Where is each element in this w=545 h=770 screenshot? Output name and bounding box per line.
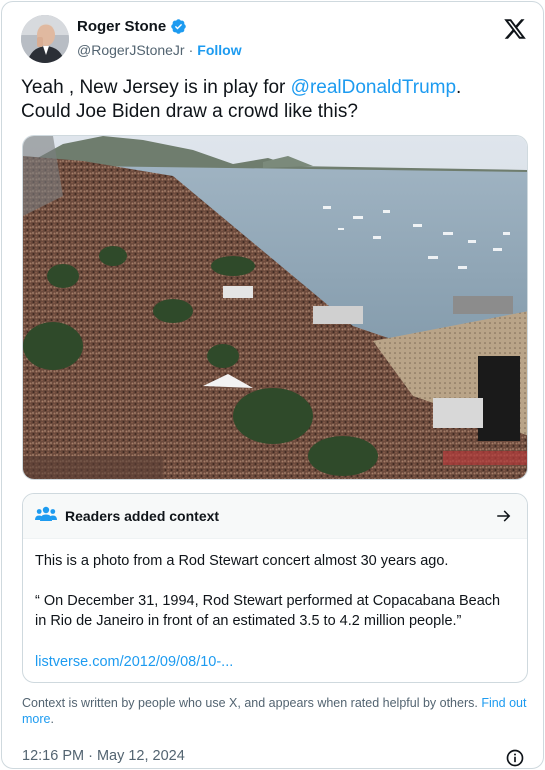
handle-row: @RogerJStoneJr · Follow (77, 42, 242, 58)
context-notice-text: Context is written by people who use X, … (22, 696, 482, 710)
community-note-header[interactable]: Readers added context (23, 494, 527, 539)
tweet-text: Yeah , New Jersey is in play for @realDo… (21, 76, 531, 124)
tweet-footer: 12:16 PM · May 12, 2024 (22, 748, 525, 768)
context-notice-end: . (50, 712, 54, 726)
name-row: Roger Stone (77, 18, 187, 35)
community-note-source-link[interactable]: listverse.com/2012/09/08/10-... (35, 652, 515, 672)
context-notice: Context is written by people who use X, … (22, 695, 532, 727)
tweet-timestamp[interactable]: 12:16 PM · May 12, 2024 (22, 748, 185, 764)
community-note-title: Readers added context (65, 508, 220, 524)
follow-button[interactable]: Follow (197, 42, 241, 58)
community-note[interactable]: Readers added context This is a photo fr… (22, 493, 528, 683)
tweet-header: Roger Stone @RogerJStoneJr · Follow (21, 15, 529, 65)
avatar[interactable] (21, 15, 69, 63)
info-icon[interactable] (505, 748, 525, 768)
community-note-body: This is a photo from a Rod Stewart conce… (23, 539, 527, 672)
tweet-card: Roger Stone @RogerJStoneJr · Follow Yeah… (1, 1, 544, 769)
handle-separator: · (188, 42, 194, 58)
tweet-photo[interactable] (22, 135, 528, 480)
x-logo-icon[interactable] (503, 17, 527, 41)
people-icon (35, 505, 57, 528)
community-note-paragraph: This is a photo from a Rod Stewart conce… (35, 553, 449, 569)
author-handle[interactable]: @RogerJStoneJr (77, 42, 185, 58)
arrow-right-icon[interactable] (495, 507, 513, 525)
tweet-text-line2: Could Joe Biden draw a crowd like this? (21, 101, 358, 122)
verified-badge-icon (170, 18, 187, 35)
tweet-text-start: Yeah , New Jersey is in play for (21, 77, 291, 98)
tweet-text-end: . (456, 77, 462, 98)
community-note-quote: “ On December 31, 1994, Rod Stewart perf… (35, 593, 501, 629)
author-name[interactable]: Roger Stone (77, 18, 166, 35)
mention-link[interactable]: @realDonaldTrump (291, 77, 456, 98)
